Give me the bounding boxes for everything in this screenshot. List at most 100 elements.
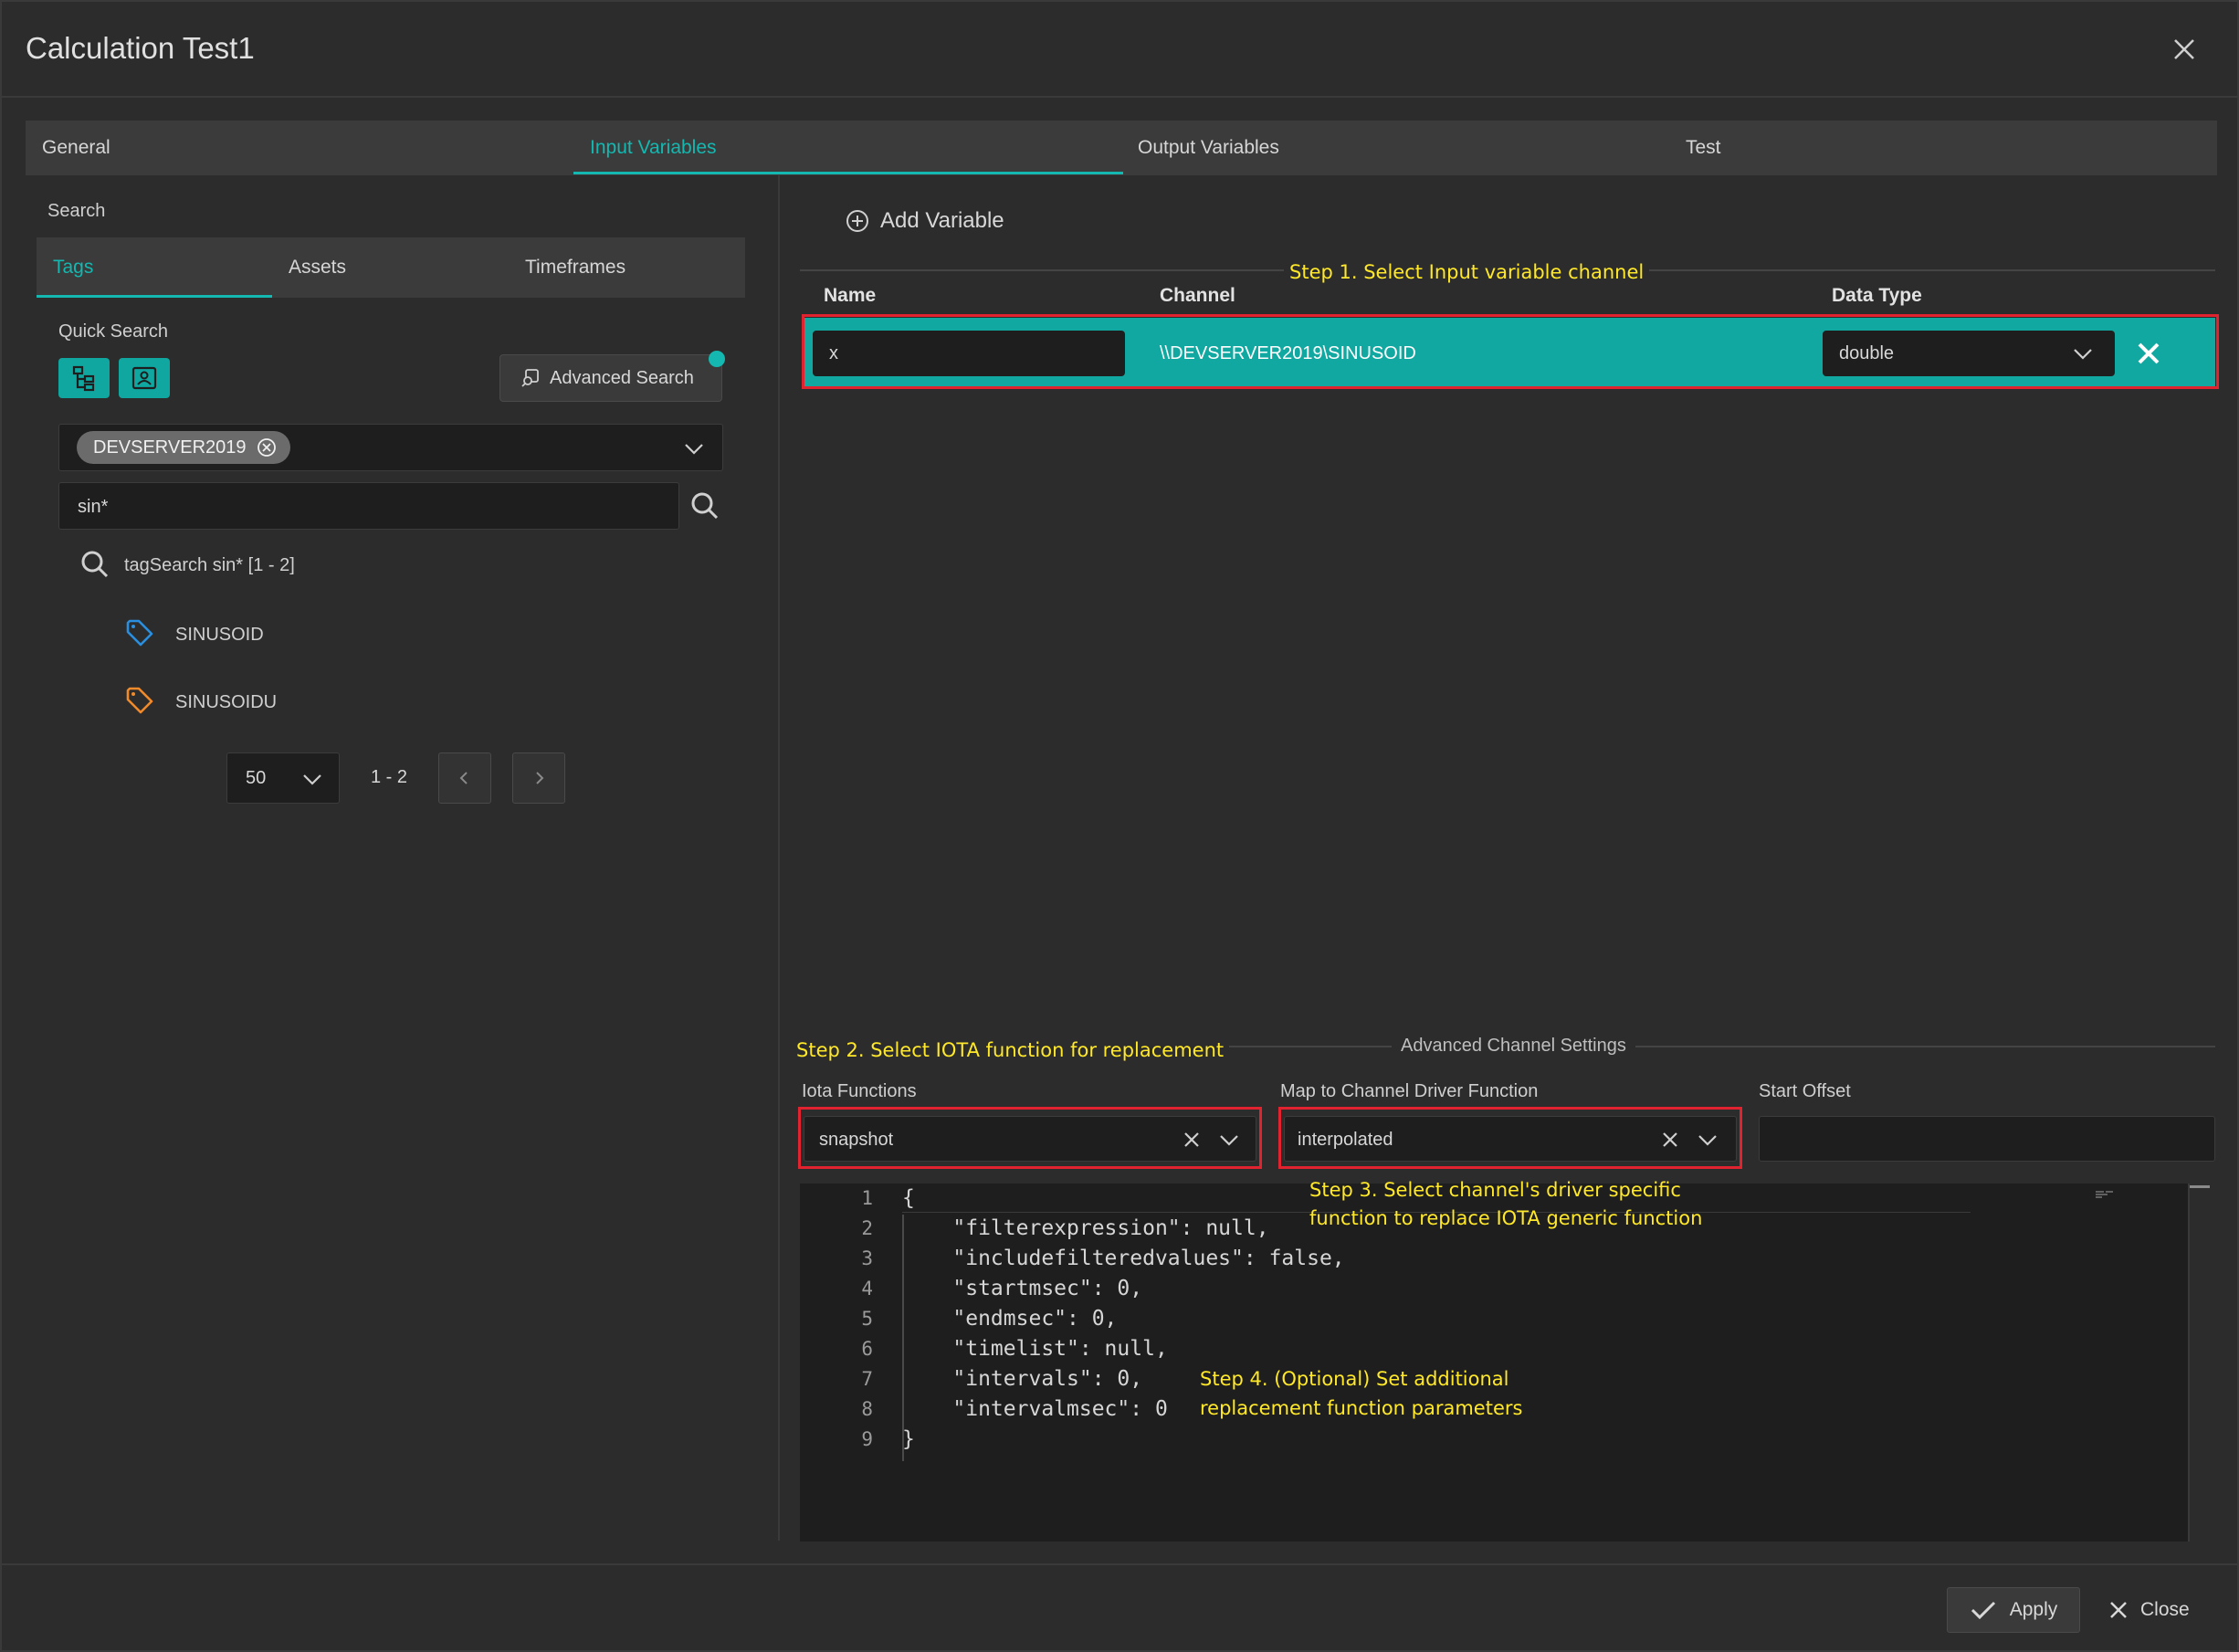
map-function-label: Map to Channel Driver Function (1280, 1081, 1539, 1101)
advanced-search-label: Advanced Search (550, 367, 694, 388)
check-icon (1971, 1601, 1995, 1620)
tree-view-button[interactable] (58, 358, 110, 398)
iota-functions-label: Iota Functions (802, 1081, 917, 1101)
step4-annotation: Step 4. (Optional) Set additional replac… (1200, 1364, 1522, 1423)
next-page-button[interactable] (512, 752, 565, 804)
start-offset-label: Start Offset (1759, 1081, 1851, 1101)
data-type-value: double (1839, 343, 1895, 363)
pane-divider (778, 175, 780, 1541)
search-label: Search (47, 201, 106, 221)
tree-root-label[interactable]: tagSearch sin* [1 - 2] (124, 555, 295, 576)
close-label: Close (2140, 1599, 2190, 1620)
step2-annotation: Step 2. Select IOTA function for replace… (796, 1039, 1230, 1061)
apply-label: Apply (2009, 1599, 2058, 1620)
result-item-sinusoidu[interactable]: SINUSOIDU (175, 692, 277, 713)
code-line: "includefilteredvalues": false, (902, 1247, 1345, 1270)
active-tab-indicator (573, 172, 1123, 174)
tab-general[interactable]: General (26, 121, 573, 175)
subtab-tags[interactable]: Tags (53, 237, 272, 298)
line-number: 6 (861, 1338, 873, 1360)
minimap-icon (2095, 1187, 2118, 1198)
step3-highlight (1278, 1107, 1742, 1169)
main-tabs: General Input Variables Output Variables… (26, 121, 2217, 175)
variable-channel: \\DEVSERVER2019\SINUSOID (1160, 343, 1416, 363)
line-numbers: 1 2 3 4 5 6 7 8 9 (813, 1184, 873, 1455)
step4-annotation-line1: Step 4. (Optional) Set additional (1200, 1368, 1509, 1390)
server-chip: DEVSERVER2019 (77, 431, 290, 464)
tag-icon (124, 685, 155, 721)
server-chip-label: DEVSERVER2019 (93, 437, 247, 458)
variable-name-input[interactable]: x (813, 331, 1125, 376)
tab-output-variables[interactable]: Output Variables (1121, 121, 1669, 175)
line-number: 5 (861, 1308, 873, 1330)
code-line: "filterexpression": null, (902, 1216, 1269, 1240)
id-card-button[interactable] (119, 358, 170, 398)
active-subtab-indicator (37, 295, 272, 298)
advanced-search-button[interactable]: Advanced Search (499, 354, 722, 402)
apply-button[interactable]: Apply (1947, 1587, 2080, 1633)
tab-test[interactable]: Test (1669, 121, 2217, 175)
editor-scrollbar[interactable] (2188, 1184, 2190, 1542)
col-datatype-header: Data Type (1832, 285, 1922, 306)
code-line: "timelist": null, (902, 1337, 1168, 1361)
page-size-select[interactable]: 50 (226, 752, 340, 804)
search-icon[interactable] (689, 489, 721, 527)
close-icon[interactable] (2166, 31, 2202, 68)
step2-highlight (798, 1107, 1262, 1169)
subtab-timeframes[interactable]: Timeframes (525, 237, 744, 298)
advanced-search-icon (521, 369, 539, 387)
step4-annotation-line2: replacement function parameters (1200, 1397, 1523, 1419)
col-channel-header: Channel (1160, 285, 1235, 306)
code-line: } (902, 1427, 915, 1451)
add-variable-button[interactable]: Add Variable (846, 208, 1004, 234)
page-range: 1 - 2 (371, 767, 408, 787)
step1-annotation: Step 1. Select Input variable channel (1284, 261, 1650, 283)
line-number: 1 (861, 1187, 873, 1209)
quick-search-label: Quick Search (58, 321, 169, 342)
line-number: 2 (861, 1217, 873, 1239)
parameters-editor[interactable]: 1 2 3 4 5 6 7 8 9 { "filterexpression": … (800, 1184, 2210, 1542)
step3-annotation-line2: function to replace IOTA generic functio… (1309, 1207, 1703, 1229)
scrollbar-thumb[interactable] (2190, 1185, 2210, 1188)
start-offset-input[interactable] (1759, 1116, 2215, 1162)
chevron-right-icon (536, 772, 544, 784)
tag-search-value: sin* (78, 497, 109, 517)
result-item-sinusoid[interactable]: SINUSOID (175, 625, 264, 646)
advanced-settings-title: Advanced Channel Settings (1392, 1036, 1635, 1057)
code-line: "endmsec": 0, (902, 1307, 1118, 1331)
step3-annotation: Step 3. Select channel's driver specific… (1309, 1176, 1702, 1233)
line-number: 3 (861, 1247, 873, 1269)
code-line: "startmsec": 0, (902, 1277, 1143, 1300)
subtab-assets[interactable]: Assets (289, 237, 508, 298)
search-subtabs: Tags Assets Timeframes (37, 237, 745, 298)
tree-search-icon (79, 548, 111, 585)
prev-page-button[interactable] (438, 752, 491, 804)
close-icon (2110, 1602, 2127, 1618)
line-number: 9 (861, 1428, 873, 1450)
header-divider (2, 96, 2239, 98)
calculation-dialog: Calculation Test1 General Input Variable… (0, 0, 2239, 1652)
add-variable-label: Add Variable (880, 208, 1004, 233)
chip-remove-icon[interactable] (256, 437, 278, 458)
dialog-title: Calculation Test1 (26, 31, 255, 65)
variable-name-value: x (829, 343, 838, 363)
chevron-down-icon (2074, 349, 2092, 360)
step3-annotation-line1: Step 3. Select channel's driver specific (1309, 1179, 1681, 1201)
close-button[interactable]: Close (2108, 1587, 2217, 1633)
advanced-search-indicator (709, 351, 725, 367)
code-line: { (902, 1186, 915, 1210)
tag-icon (124, 617, 155, 653)
tab-input-variables[interactable]: Input Variables (573, 121, 1121, 175)
page-size-value: 50 (246, 768, 267, 788)
line-number: 8 (861, 1398, 873, 1420)
tag-search-input[interactable]: sin* (58, 482, 679, 530)
footer-divider (2, 1563, 2239, 1565)
data-type-select[interactable]: double (1823, 331, 2115, 376)
chevron-left-icon (459, 772, 468, 784)
chevron-down-icon (685, 444, 703, 455)
chevron-down-icon (303, 774, 321, 785)
add-circle-icon (846, 210, 868, 232)
id-card-icon (131, 366, 157, 390)
line-number: 7 (861, 1368, 873, 1390)
remove-variable-icon[interactable] (2133, 338, 2164, 374)
